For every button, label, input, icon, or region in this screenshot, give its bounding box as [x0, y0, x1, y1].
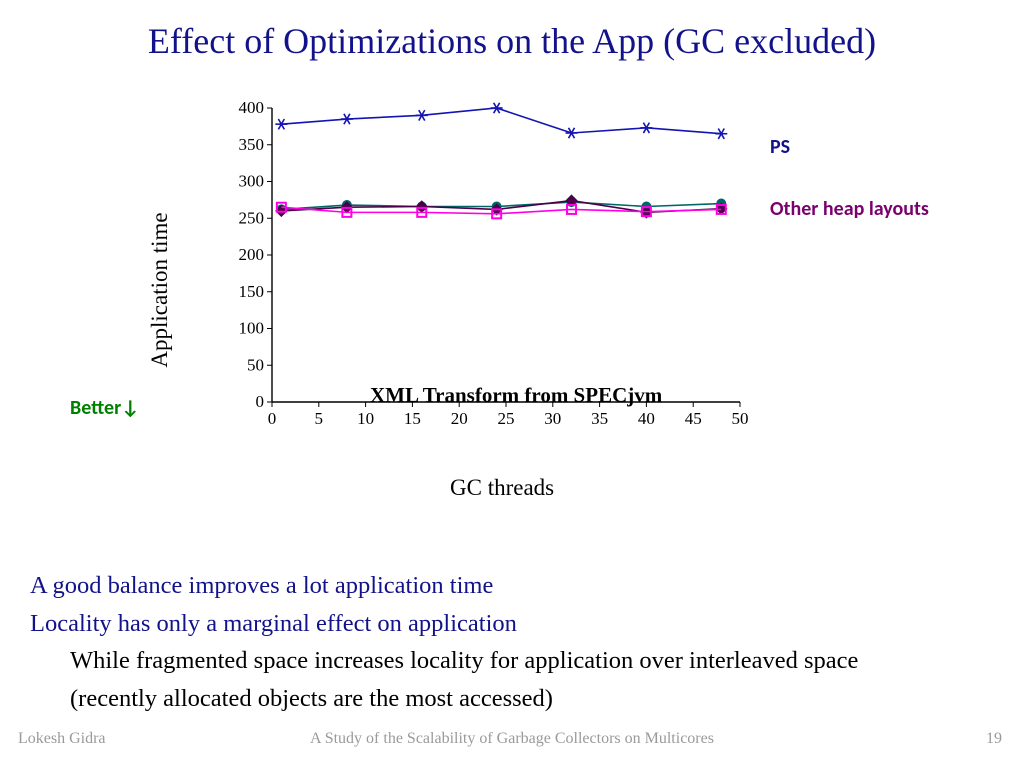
svg-text:200: 200	[239, 245, 265, 264]
chart-area: Better↓ Application time GC threads PS O…	[70, 90, 970, 500]
footer-title: A Study of the Scalability of Garbage Co…	[0, 730, 1024, 748]
footer: Lokesh Gidra A Study of the Scalability …	[0, 730, 1024, 754]
x-axis-label: GC threads	[450, 475, 554, 501]
svg-text:50: 50	[247, 355, 264, 374]
svg-text:5: 5	[315, 409, 324, 428]
svg-text:0: 0	[268, 409, 277, 428]
footer-page-number: 19	[986, 730, 1002, 748]
bullet-2: Locality has only a marginal effect on a…	[30, 606, 990, 642]
svg-text:10: 10	[357, 409, 374, 428]
svg-text:50: 50	[732, 409, 749, 428]
chart-inner-title: XML Transform from SPECjvm	[370, 383, 662, 408]
svg-text:15: 15	[404, 409, 421, 428]
svg-text:150: 150	[239, 282, 265, 301]
series-label-ps: PS	[770, 135, 790, 159]
y-axis-label: Application time	[147, 212, 173, 367]
svg-text:30: 30	[544, 409, 561, 428]
svg-text:25: 25	[498, 409, 515, 428]
bullet-1: A good balance improves a lot applicatio…	[30, 568, 990, 604]
bullet-list: A good balance improves a lot applicatio…	[30, 568, 990, 716]
svg-text:100: 100	[239, 319, 265, 338]
svg-text:350: 350	[239, 135, 265, 154]
svg-text:300: 300	[239, 172, 265, 191]
svg-text:40: 40	[638, 409, 655, 428]
svg-text:45: 45	[685, 409, 702, 428]
svg-text:0: 0	[256, 392, 265, 411]
svg-text:400: 400	[239, 100, 265, 117]
svg-text:20: 20	[451, 409, 468, 428]
svg-text:250: 250	[239, 208, 265, 227]
bullet-2-sub-1: While fragmented space increases localit…	[70, 643, 990, 679]
better-direction-label: Better↓	[70, 396, 139, 420]
slide: Effect of Optimizations on the App (GC e…	[0, 0, 1024, 768]
bullet-2-sub-2: (recently allocated objects are the most…	[70, 681, 990, 717]
series-label-other: Other heap layouts	[770, 197, 929, 221]
slide-title: Effect of Optimizations on the App (GC e…	[0, 20, 1024, 62]
svg-text:35: 35	[591, 409, 608, 428]
